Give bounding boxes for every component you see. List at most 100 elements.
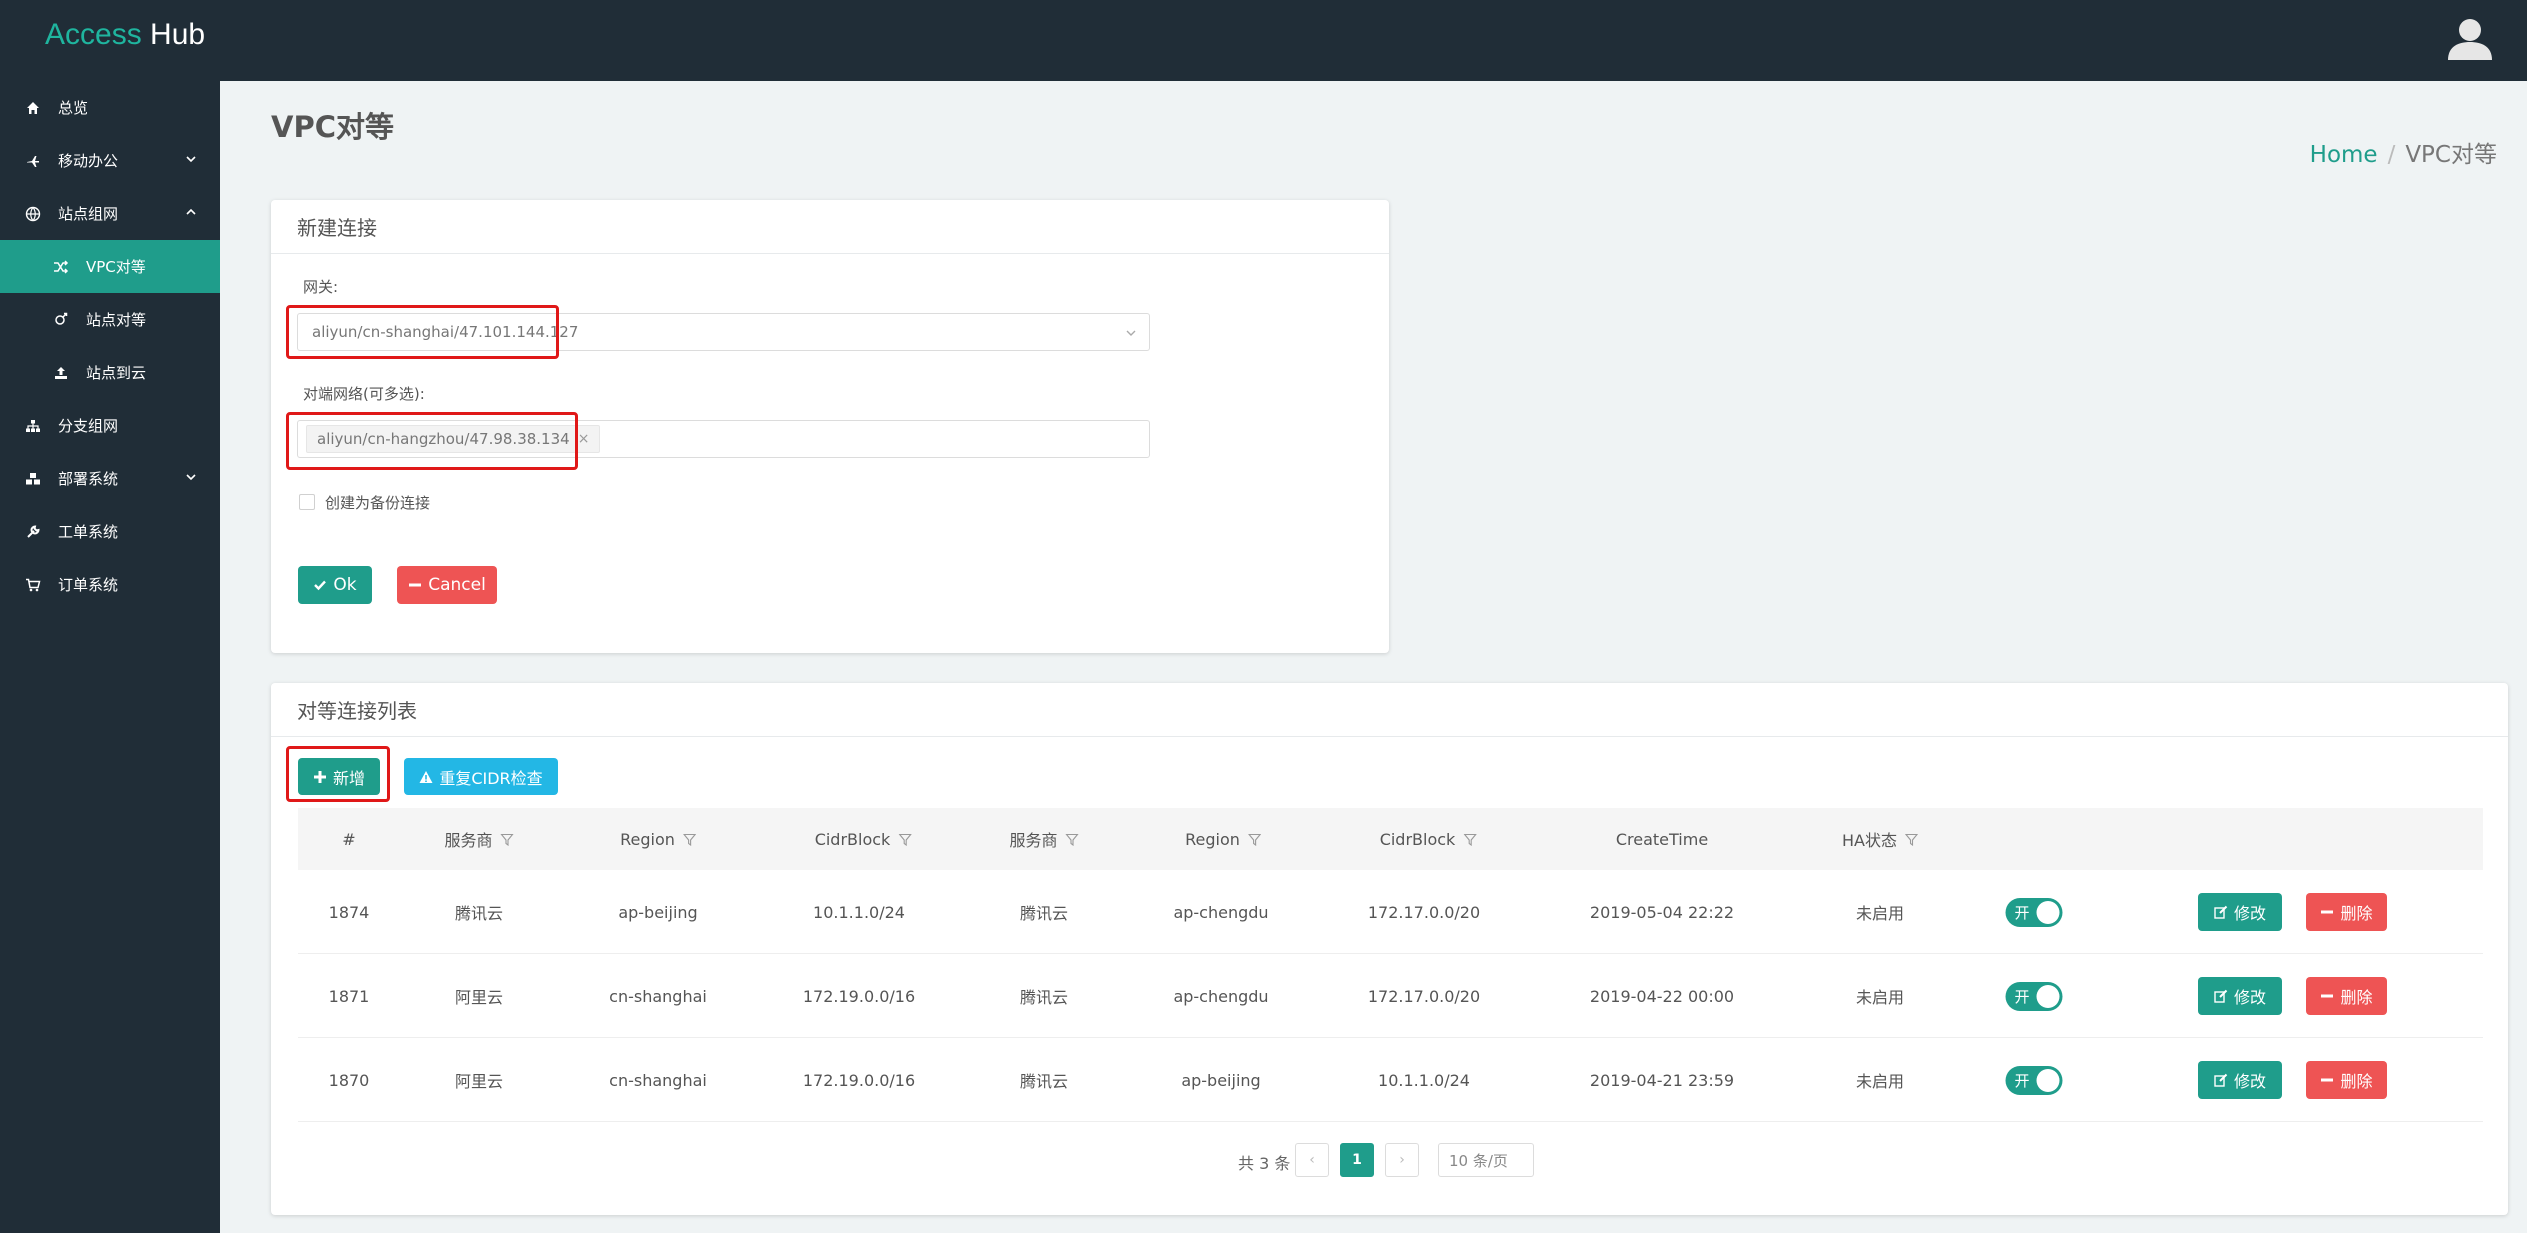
column-header-region-1[interactable]: Region (620, 808, 696, 870)
peer-network-label: 对端网络(可多选): (303, 385, 425, 403)
breadcrumb-separator: / (2387, 142, 2396, 168)
page-size-select[interactable]: 10 条/页 (1438, 1143, 1534, 1177)
enable-toggle[interactable]: 开 (2005, 982, 2063, 1011)
sidebar-item-ticket-system[interactable]: 工单系统 (0, 505, 220, 558)
table-header: # 服务商 Region CidrBlock 服务商 Region CidrBl… (298, 808, 2483, 870)
filter-icon[interactable] (500, 833, 514, 846)
sidebar-item-label: 站点到云 (86, 364, 147, 382)
cancel-button[interactable]: Cancel (397, 566, 497, 604)
breadcrumb-current: VPC对等 (2405, 142, 2497, 168)
minus-icon (2321, 994, 2334, 998)
chevron-down-icon (1126, 330, 1136, 336)
cell-region-2: ap-beijing (1181, 1070, 1261, 1090)
cubes-icon (24, 470, 42, 488)
user-avatar-icon[interactable] (2445, 14, 2495, 64)
delete-button[interactable]: 删除 (2306, 893, 2387, 931)
brand-part2: Hub (150, 18, 206, 51)
column-header-label: Region (1185, 829, 1240, 849)
sidebar-item-label: 部署系统 (58, 470, 119, 488)
sidebar-item-overview[interactable]: 总览 (0, 81, 220, 134)
cart-icon (24, 576, 42, 594)
sidebar-item-label: 移动办公 (58, 152, 119, 170)
wrench-icon (24, 523, 42, 541)
sidebar-item-label: 站点组网 (58, 205, 119, 223)
upload-icon (52, 364, 70, 382)
column-header-cidr-2[interactable]: CidrBlock (1380, 808, 1477, 870)
sidebar-item-label: 订单系统 (58, 576, 119, 594)
filter-icon[interactable] (1904, 833, 1918, 846)
filter-icon[interactable] (1247, 833, 1261, 846)
column-header-label: HA状态 (1842, 831, 1897, 850)
column-header-provider-2[interactable]: 服务商 (1009, 808, 1079, 870)
filter-icon[interactable] (1065, 833, 1079, 846)
sidebar-item-mobile-office[interactable]: 移动办公 (0, 134, 220, 187)
ok-button[interactable]: Ok (298, 566, 372, 604)
sidebar-item-order-system[interactable]: 订单系统 (0, 558, 220, 611)
pagination-prev-button[interactable]: ‹ (1295, 1143, 1329, 1177)
edit-button[interactable]: 修改 (2198, 893, 2282, 931)
sidebar-item-site-network[interactable]: 站点组网 (0, 187, 220, 240)
table-row: 1874 腾讯云 ap-beijing 10.1.1.0/24 腾讯云 ap-c… (298, 870, 2483, 954)
delete-button[interactable]: 删除 (2306, 1061, 2387, 1099)
column-header-label: 服务商 (1009, 831, 1058, 850)
brand-logo[interactable]: Access Hub (45, 18, 205, 52)
tag-remove-icon[interactable]: × (578, 431, 590, 447)
delete-button-label: 删除 (2340, 904, 2373, 923)
delete-button-label: 删除 (2340, 988, 2373, 1007)
breadcrumb-home-link[interactable]: Home (2310, 142, 2378, 168)
filter-icon[interactable] (1463, 833, 1477, 846)
cell-cidr-2: 172.17.0.0/20 (1367, 986, 1481, 1006)
column-header-label: # (342, 829, 356, 849)
column-header-ha-status[interactable]: HA状态 (1842, 808, 1918, 870)
column-header-cidr-1[interactable]: CidrBlock (815, 808, 912, 870)
cell-ha-status: 未启用 (1855, 1072, 1905, 1091)
sidebar-item-branch-network[interactable]: 分支组网 (0, 399, 220, 452)
pagination-total: 共 3 条 (1238, 1154, 1291, 1173)
top-bar: Access Hub (0, 0, 2527, 81)
enable-toggle[interactable]: 开 (2005, 898, 2063, 927)
backup-connection-checkbox[interactable] (299, 494, 315, 510)
cell-ha-status: 未启用 (1855, 988, 1905, 1007)
cell-provider-2: 腾讯云 (1019, 988, 1069, 1007)
new-connection-title: 新建连接 (271, 200, 1389, 254)
cancel-button-label: Cancel (428, 575, 486, 595)
edit-button[interactable]: 修改 (2198, 1061, 2282, 1099)
pagination-page-1[interactable]: 1 (1340, 1143, 1374, 1177)
cell-provider-1: 阿里云 (454, 988, 504, 1007)
chevron-up-icon (186, 208, 196, 215)
cell-provider-2: 腾讯云 (1019, 904, 1069, 923)
sidebar-item-vpc-peering[interactable]: VPC对等 (0, 240, 220, 293)
sidebar-item-site-to-cloud[interactable]: 站点到云 (0, 346, 220, 399)
shuffle-icon (52, 258, 70, 276)
cell-region-1: ap-beijing (618, 902, 698, 922)
cell-create-time: 2019-05-04 22:22 (1589, 902, 1735, 922)
edit-button-label: 修改 (2233, 1072, 2266, 1091)
toggle-knob (2036, 901, 2060, 924)
column-header-region-2[interactable]: Region (1185, 808, 1261, 870)
edit-button[interactable]: 修改 (2198, 977, 2282, 1015)
enable-toggle[interactable]: 开 (2005, 1066, 2063, 1095)
check-icon (314, 580, 327, 591)
column-header-provider-1[interactable]: 服务商 (444, 808, 514, 870)
sidebar-item-label: 工单系统 (58, 523, 119, 541)
filter-icon[interactable] (898, 833, 912, 846)
chevron-down-icon (186, 156, 196, 163)
ok-button-label: Ok (333, 575, 357, 595)
cell-create-time: 2019-04-21 23:59 (1589, 1070, 1735, 1090)
sidebar-item-deploy-system[interactable]: 部署系统 (0, 452, 220, 505)
column-header-label: CidrBlock (814, 829, 891, 849)
cell-region-2: ap-chengdu (1173, 902, 1269, 922)
breadcrumb: Home / VPC对等 (2310, 135, 2497, 169)
filter-icon[interactable] (682, 833, 696, 846)
minus-icon (2321, 1078, 2334, 1082)
delete-button[interactable]: 删除 (2306, 977, 2387, 1015)
cell-id: 1874 (328, 902, 370, 922)
toggle-knob (2036, 985, 2060, 1008)
toggle-label: 开 (2014, 904, 2030, 922)
cidr-check-button[interactable]: 重复CIDR检查 (404, 758, 558, 795)
peer-network-highlight-box (286, 412, 578, 470)
add-button-highlight-box (286, 746, 390, 802)
warning-icon (419, 770, 433, 783)
pagination-next-button[interactable]: › (1385, 1143, 1419, 1177)
sidebar-item-site-peering[interactable]: 站点对等 (0, 293, 220, 346)
